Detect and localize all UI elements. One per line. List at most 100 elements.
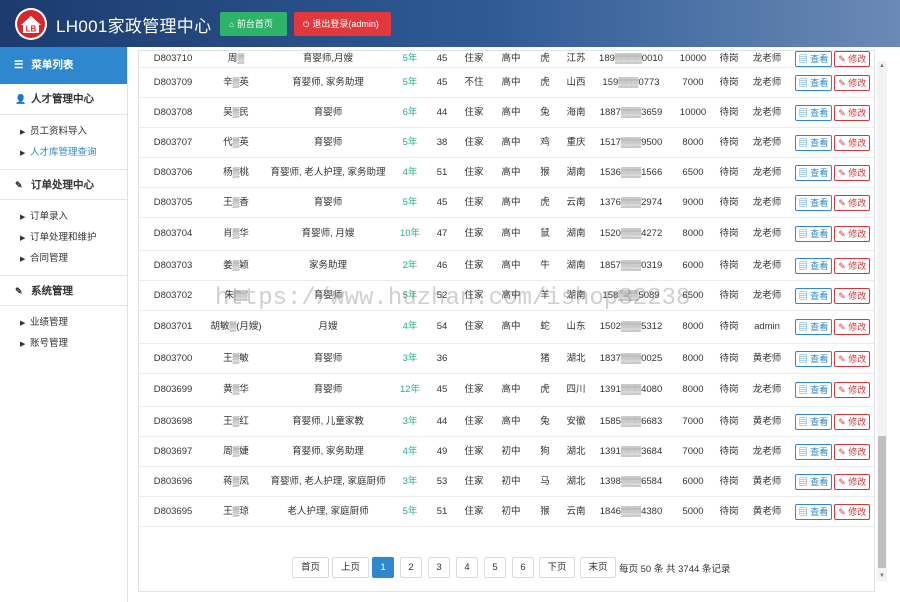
edit-button[interactable]: ✎ 修改 xyxy=(834,226,871,242)
sidebar-item-order-entry[interactable]: ▶ 订单录入 xyxy=(0,206,127,227)
cell-experience: 2年 xyxy=(391,250,429,281)
table-row: D803700 王▒敏 育婴师 3年 36 猪湖北 1837▒▒▒0025 8000 待岗 黄老师… xyxy=(139,343,874,374)
sidebar-item-contracts[interactable]: ▶ 合同管理 xyxy=(0,248,127,269)
section-label: 系统管理 xyxy=(31,285,73,297)
view-button[interactable]: ▤ 查看 xyxy=(794,473,833,490)
section-orders[interactable]: ✎ 订单处理中心 xyxy=(0,169,127,200)
cell-zodiac: 虎 xyxy=(529,187,561,218)
edit-button[interactable]: ✎ 修改 xyxy=(834,413,871,430)
edit-button[interactable]: ✎ 修改 xyxy=(834,319,871,335)
edit-button[interactable]: ✎ 修改 xyxy=(834,104,871,121)
page-3-button[interactable]: 3 xyxy=(428,557,450,578)
pencil-icon: ✎ xyxy=(838,137,849,148)
view-button[interactable]: ▤ 查看 xyxy=(794,51,833,67)
first-page-button[interactable]: 首页 xyxy=(292,557,329,578)
cell-salary: 6000 xyxy=(671,466,715,497)
front-page-button[interactable]: ⌂ 前台首页 xyxy=(220,12,287,36)
sidebar-item-label: 业绩管理 xyxy=(30,317,69,328)
scrollbar-thumb[interactable] xyxy=(878,436,886,568)
edit-label: 修改 xyxy=(848,197,867,208)
section-system[interactable]: ✎ 系统管理 xyxy=(0,275,127,306)
edit-button[interactable]: ✎ 修改 xyxy=(834,194,871,211)
cell-age: 53 xyxy=(429,466,455,497)
view-button[interactable]: ▤ 查看 xyxy=(794,382,833,398)
cell-actions: ▤ 查看 ✎ 修改 xyxy=(791,343,874,374)
table-row: D803698 王▒红 育婴师, 儿童家教 3年 44 住家 高中兔安徽 1585▒▒▒668… xyxy=(139,406,874,437)
table-row: D803699 黄▒华 育婴师 12年 45 住家 高中虎四川 1391▒▒▒4080 8000… xyxy=(139,373,874,407)
vertical-scrollbar[interactable]: ▲ ▼ xyxy=(877,61,887,581)
edit-button[interactable]: ✎ 修改 xyxy=(834,257,871,274)
view-button[interactable]: ▤ 查看 xyxy=(794,443,833,460)
cell-skills: 育婴师 xyxy=(265,127,391,158)
view-button[interactable]: ▤ 查看 xyxy=(794,287,833,304)
page-6-button[interactable]: 6 xyxy=(512,557,534,578)
view-button[interactable]: ▤ 查看 xyxy=(794,257,833,274)
next-page-button[interactable]: 下页 xyxy=(539,557,575,578)
edit-button[interactable]: ✎ 修改 xyxy=(834,134,871,151)
view-button[interactable]: ▤ 查看 xyxy=(794,413,833,430)
cell-zodiac: 蛇 xyxy=(529,310,561,344)
table-row: D803701 胡敏▒(月嫂) 月嫂 4年 54 住家 高中蛇山东 1502▒▒▒5312 80… xyxy=(139,310,874,344)
cell-salary: 9000 xyxy=(671,187,715,218)
cell-province: 海南 xyxy=(561,97,591,128)
cell-actions: ▤ 查看 ✎ 修改 xyxy=(791,373,874,407)
scroll-up-arrow-icon[interactable]: ▲ xyxy=(877,61,887,71)
view-label: 查看 xyxy=(810,385,829,395)
sidebar-item-talent-query[interactable]: ▶ 人才库管理查询 xyxy=(0,142,127,163)
edit-button[interactable]: ✎ 修改 xyxy=(834,382,871,398)
cell-residence: 住家 xyxy=(455,127,493,158)
view-button[interactable]: ▤ 查看 xyxy=(794,350,833,367)
cell-residence: 住家 xyxy=(455,187,493,218)
cell-agent: 黄老师 xyxy=(743,496,791,527)
cell-status: 待岗 xyxy=(715,373,743,407)
page-1-button[interactable]: 1 xyxy=(372,557,394,578)
section-talent[interactable]: 👤 人才管理中心 xyxy=(0,84,127,115)
view-button[interactable]: ▤ 查看 xyxy=(794,319,833,335)
cell-zodiac: 马 xyxy=(529,466,561,497)
cell-experience: 5年 xyxy=(391,187,429,218)
view-button[interactable]: ▤ 查看 xyxy=(794,194,833,211)
page-5-button[interactable]: 5 xyxy=(484,557,506,578)
view-button[interactable]: ▤ 查看 xyxy=(794,104,833,121)
scroll-down-arrow-icon[interactable]: ▼ xyxy=(877,571,887,581)
view-button[interactable]: ▤ 查看 xyxy=(794,503,833,520)
cell-name: 代▒英 xyxy=(207,127,265,158)
edit-button[interactable]: ✎ 修改 xyxy=(834,74,871,91)
cell-actions: ▤ 查看 ✎ 修改 xyxy=(791,250,874,281)
edit-button[interactable]: ✎ 修改 xyxy=(834,51,871,67)
pencil-icon: ✎ xyxy=(838,353,849,364)
edit-label: 修改 xyxy=(848,416,867,427)
sidebar-item-order-maintenance[interactable]: ▶ 订单处理和维护 xyxy=(0,227,127,248)
cell-status: 待岗 xyxy=(715,250,743,281)
cell-experience: 5年 xyxy=(391,51,429,68)
page-4-button[interactable]: 4 xyxy=(456,557,478,578)
edit-button[interactable]: ✎ 修改 xyxy=(834,287,871,304)
cell-province: 山东 xyxy=(561,310,591,344)
sidebar-item-performance[interactable]: ▶ 业绩管理 xyxy=(0,312,127,333)
view-button[interactable]: ▤ 查看 xyxy=(794,226,833,242)
cell-name: 肖▒华 xyxy=(207,217,265,251)
cell-actions: ▤ 查看 ✎ 修改 xyxy=(791,436,874,467)
logout-button[interactable]: ⏻ 退出登录(admin) xyxy=(294,12,391,36)
document-icon: ▤ xyxy=(798,260,811,271)
view-button[interactable]: ▤ 查看 xyxy=(794,164,833,181)
cell-id: D803700 xyxy=(139,343,207,374)
view-button[interactable]: ▤ 查看 xyxy=(794,74,833,91)
cell-education xyxy=(493,343,529,374)
edit-button[interactable]: ✎ 修改 xyxy=(834,503,871,520)
prev-page-button[interactable]: 上页 xyxy=(332,557,369,578)
last-page-button[interactable]: 末页 xyxy=(580,557,616,578)
edit-button[interactable]: ✎ 修改 xyxy=(834,164,871,181)
sidebar-item-employee-import[interactable]: ▶ 员工资料导入 xyxy=(0,121,127,142)
page-2-button[interactable]: 2 xyxy=(400,557,422,578)
cell-status: 待岗 xyxy=(715,436,743,467)
sidebar-item-accounts[interactable]: ▶ 账号管理 xyxy=(0,333,127,354)
cell-age: 54 xyxy=(429,310,455,344)
edit-button[interactable]: ✎ 修改 xyxy=(834,350,871,367)
edit-button[interactable]: ✎ 修改 xyxy=(834,473,871,490)
edit-button[interactable]: ✎ 修改 xyxy=(834,443,871,460)
table-row: D803706 杨▒桃 育婴师, 老人护理, 家务助理 4年 51 住家 高中猴湖南 1536… xyxy=(139,157,874,188)
view-button[interactable]: ▤ 查看 xyxy=(794,134,833,151)
cell-agent: 龙老师 xyxy=(743,187,791,218)
front-page-label: 前台首页 xyxy=(236,19,273,29)
